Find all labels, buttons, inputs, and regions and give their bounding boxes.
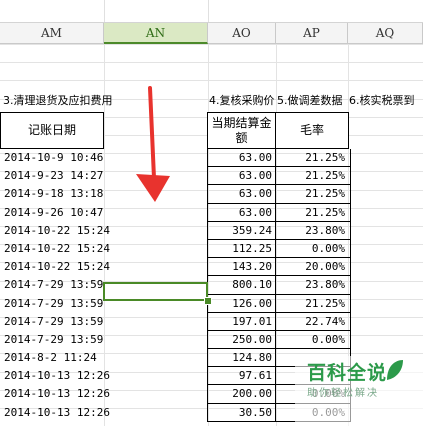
watermark: 百科全说 助你轻松解决 xyxy=(295,356,423,426)
arrow-head xyxy=(136,174,170,202)
watermark-brand: 百科全说 xyxy=(307,362,388,384)
leaf-icon xyxy=(387,360,403,380)
watermark-tagline: 助你轻松解决 xyxy=(307,388,379,399)
arrow-shaft xyxy=(148,86,156,180)
